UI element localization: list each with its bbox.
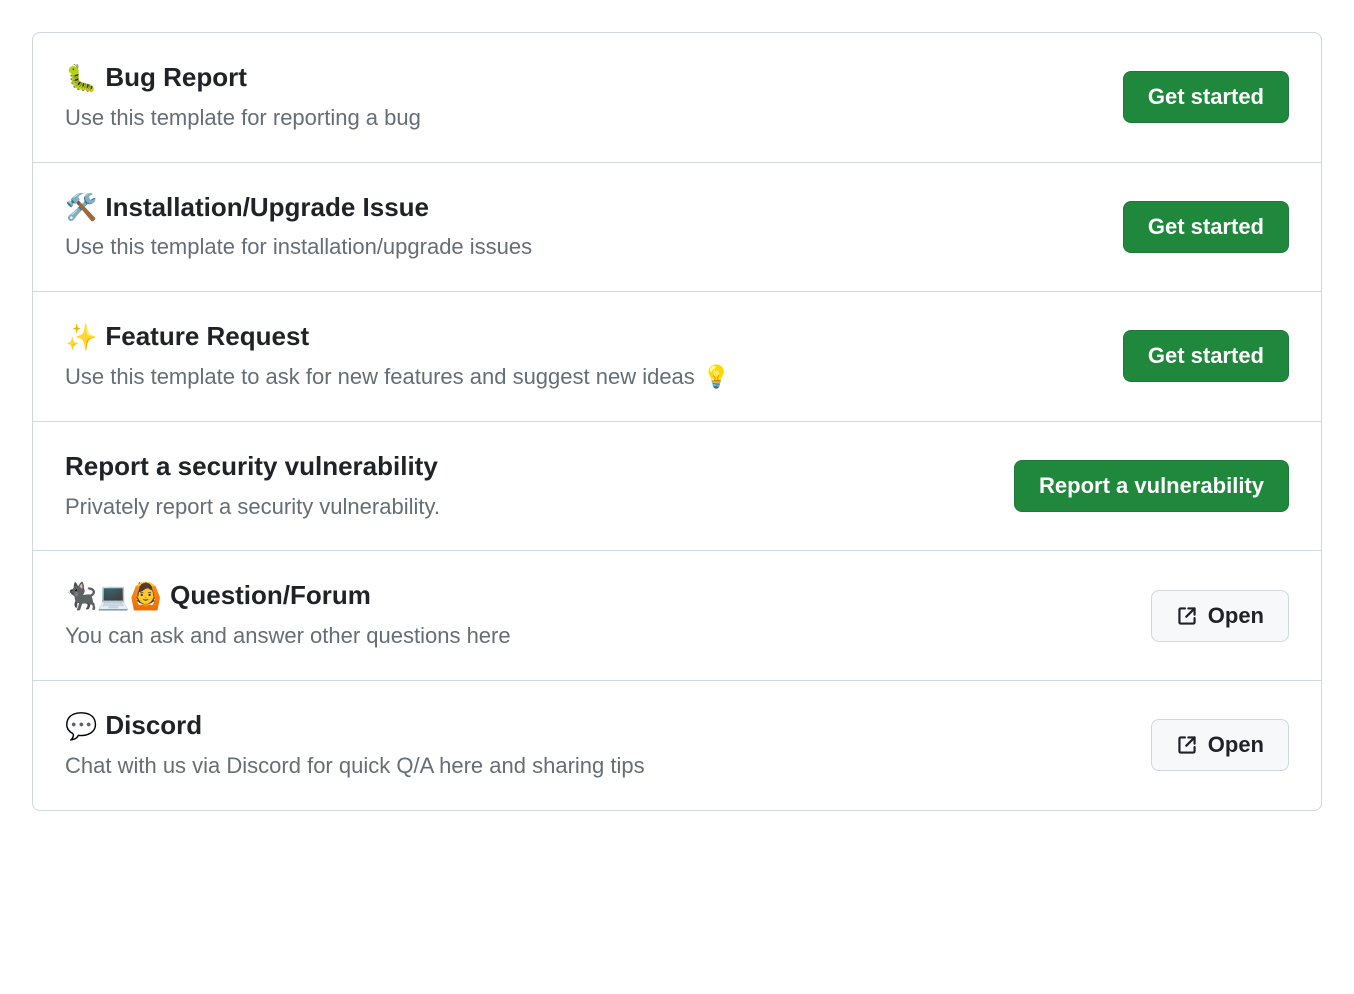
template-info: 🐈‍⬛💻🙆 Question/Forum You can ask and ans… (65, 579, 511, 652)
template-desc: You can ask and answer other questions h… (65, 621, 511, 652)
external-link-icon (1176, 734, 1198, 756)
template-info: 🐛 Bug Report Use this template for repor… (65, 61, 429, 134)
template-row-bug-report: 🐛 Bug Report Use this template for repor… (33, 33, 1321, 162)
template-row-feature-request: ✨ Feature Request Use this template to a… (33, 291, 1321, 421)
get-started-button[interactable]: Get started (1123, 71, 1289, 123)
button-label: Get started (1148, 214, 1264, 240)
report-vulnerability-button[interactable]: Report a vulnerability (1014, 460, 1289, 512)
template-desc-text: Privately report a security vulnerabilit… (65, 492, 440, 523)
get-started-button[interactable]: Get started (1123, 201, 1289, 253)
template-desc-text: Use this template for reporting a bug (65, 103, 421, 134)
speech-bubble-icon: 💬 (65, 713, 97, 739)
sparkles-icon: ✨ (65, 324, 97, 350)
button-label: Open (1208, 732, 1264, 758)
template-title: 💬 Discord (65, 709, 645, 743)
issue-template-list: 🐛 Bug Report Use this template for repor… (32, 32, 1322, 811)
forum-icon: 🐈‍⬛💻🙆 (65, 583, 162, 609)
template-title-text: Discord (105, 709, 202, 743)
template-title: ✨ Feature Request (65, 320, 730, 354)
template-info: Report a security vulnerability Privatel… (65, 450, 440, 523)
button-label: Get started (1148, 84, 1264, 110)
get-started-button[interactable]: Get started (1123, 330, 1289, 382)
template-desc: Use this template to ask for new feature… (65, 362, 730, 393)
button-label: Get started (1148, 343, 1264, 369)
template-desc-text: Use this template for installation/upgra… (65, 232, 532, 263)
template-title-text: Report a security vulnerability (65, 450, 438, 484)
template-title-text: Feature Request (105, 320, 309, 354)
template-desc: Chat with us via Discord for quick Q/A h… (65, 751, 645, 782)
external-link-icon (1176, 605, 1198, 627)
template-desc-text: You can ask and answer other questions h… (65, 621, 511, 652)
template-row-security: Report a security vulnerability Privatel… (33, 421, 1321, 551)
template-title: 🐛 Bug Report (65, 61, 429, 95)
open-button[interactable]: Open (1151, 590, 1289, 642)
template-desc-text: Chat with us via Discord for quick Q/A h… (65, 751, 645, 782)
button-label: Open (1208, 603, 1264, 629)
template-title: 🐈‍⬛💻🙆 Question/Forum (65, 579, 511, 613)
template-title-text: Bug Report (105, 61, 247, 95)
template-row-install-upgrade: 🛠️ Installation/Upgrade Issue Use this t… (33, 162, 1321, 292)
template-info: ✨ Feature Request Use this template to a… (65, 320, 730, 393)
template-info: 🛠️ Installation/Upgrade Issue Use this t… (65, 191, 540, 264)
template-title: 🛠️ Installation/Upgrade Issue (65, 191, 540, 225)
lightbulb-icon: 💡 (703, 362, 730, 393)
template-title-text: Question/Forum (170, 579, 371, 613)
template-desc: Use this template for installation/upgra… (65, 232, 540, 263)
template-info: 💬 Discord Chat with us via Discord for q… (65, 709, 645, 782)
template-title: Report a security vulnerability (65, 450, 440, 484)
template-desc: Use this template for reporting a bug (65, 103, 429, 134)
template-title-text: Installation/Upgrade Issue (105, 191, 429, 225)
open-button[interactable]: Open (1151, 719, 1289, 771)
template-desc: Privately report a security vulnerabilit… (65, 492, 440, 523)
button-label: Report a vulnerability (1039, 473, 1264, 499)
bug-icon: 🐛 (65, 65, 97, 91)
template-row-discord: 💬 Discord Chat with us via Discord for q… (33, 680, 1321, 810)
tools-icon: 🛠️ (65, 194, 97, 220)
template-row-question-forum: 🐈‍⬛💻🙆 Question/Forum You can ask and ans… (33, 550, 1321, 680)
template-desc-text: Use this template to ask for new feature… (65, 362, 695, 393)
